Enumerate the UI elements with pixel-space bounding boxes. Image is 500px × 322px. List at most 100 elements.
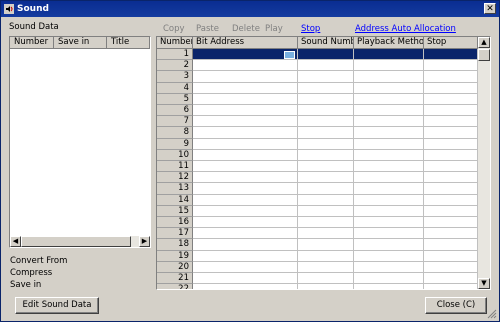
row-number[interactable]: 3: [157, 71, 193, 83]
grid-cell[interactable]: [298, 172, 354, 184]
table-row[interactable]: 5: [157, 93, 478, 105]
grid-cell[interactable]: [354, 284, 424, 289]
play-button[interactable]: Play: [265, 23, 283, 35]
row-number[interactable]: 16: [157, 217, 193, 229]
row-number[interactable]: 11: [157, 161, 193, 173]
row-number[interactable]: 10: [157, 149, 193, 161]
grid-cell[interactable]: [424, 127, 478, 139]
grid-cell[interactable]: [298, 194, 354, 206]
scroll-down-icon[interactable]: ▼: [478, 278, 490, 289]
grid-cell[interactable]: [298, 217, 354, 229]
grid-header-sound-number[interactable]: Sound Number: [298, 37, 354, 49]
grid-cell[interactable]: [298, 239, 354, 251]
scroll-up-icon[interactable]: ▲: [478, 37, 490, 48]
row-number[interactable]: 4: [157, 82, 193, 94]
table-row[interactable]: 14: [157, 194, 478, 206]
grid-cell[interactable]: [193, 172, 298, 184]
grid-cell[interactable]: [193, 261, 298, 273]
table-row[interactable]: 15: [157, 205, 478, 217]
grid-cell[interactable]: [424, 149, 478, 161]
grid-cell[interactable]: [424, 183, 478, 195]
table-row[interactable]: 8: [157, 127, 478, 139]
grid-header-number[interactable]: Number: [157, 37, 193, 49]
grid-cell[interactable]: [193, 116, 298, 128]
grid-cell[interactable]: [354, 217, 424, 229]
grid-cell[interactable]: [193, 127, 298, 139]
row-number[interactable]: 19: [157, 250, 193, 262]
grid-cell[interactable]: [424, 49, 478, 61]
grid-cell[interactable]: [193, 93, 298, 105]
grid-cell[interactable]: [193, 49, 298, 61]
table-row[interactable]: 18: [157, 239, 478, 251]
grid-cell[interactable]: [354, 172, 424, 184]
delete-button[interactable]: Delete: [232, 23, 260, 35]
grid-cell[interactable]: [298, 284, 354, 289]
grid-cell[interactable]: [354, 228, 424, 240]
row-number[interactable]: 14: [157, 194, 193, 206]
resize-grip-icon[interactable]: [487, 309, 497, 319]
row-number[interactable]: 12: [157, 172, 193, 184]
grid-cell[interactable]: [193, 183, 298, 195]
grid-cell[interactable]: [354, 205, 424, 217]
table-row[interactable]: 7: [157, 116, 478, 128]
grid-cell[interactable]: [354, 161, 424, 173]
grid-cell[interactable]: [354, 239, 424, 251]
grid-cell[interactable]: [354, 82, 424, 94]
grid-cell[interactable]: [424, 284, 478, 289]
grid-cell[interactable]: [354, 60, 424, 72]
table-row[interactable]: 22: [157, 284, 478, 289]
grid-cell[interactable]: [424, 105, 478, 117]
grid-cell[interactable]: [298, 228, 354, 240]
scroll-thumb[interactable]: [21, 236, 131, 247]
table-row[interactable]: 3: [157, 71, 478, 83]
grid-cell[interactable]: [424, 71, 478, 83]
list-header-number[interactable]: Number: [10, 37, 54, 49]
row-number[interactable]: 22: [157, 284, 193, 289]
sound-data-list[interactable]: Number Save in Title ◀ ▶: [9, 36, 151, 248]
table-row[interactable]: 6: [157, 105, 478, 117]
address-auto-allocation-link[interactable]: Address Auto Allocation: [355, 23, 456, 35]
grid-header-stop[interactable]: Stop: [424, 37, 478, 49]
row-number[interactable]: 2: [157, 60, 193, 72]
table-row[interactable]: 20: [157, 261, 478, 273]
grid-cell[interactable]: [193, 138, 298, 150]
grid-cell[interactable]: [424, 93, 478, 105]
grid-header-playback-method[interactable]: Playback Method: [354, 37, 424, 49]
grid-cell[interactable]: [193, 205, 298, 217]
grid-cell[interactable]: [354, 261, 424, 273]
grid-cell[interactable]: [424, 228, 478, 240]
grid-cell[interactable]: [424, 60, 478, 72]
grid-cell[interactable]: [354, 71, 424, 83]
list-header-save-in[interactable]: Save in: [54, 37, 107, 49]
grid-cell[interactable]: [298, 49, 354, 61]
grid-cell[interactable]: [424, 194, 478, 206]
row-number[interactable]: 7: [157, 116, 193, 128]
grid-header-bit-address[interactable]: Bit Address: [193, 37, 298, 49]
grid-cell[interactable]: [298, 205, 354, 217]
grid-cell[interactable]: [354, 49, 424, 61]
list-header-title[interactable]: Title: [107, 37, 150, 49]
grid-cell[interactable]: [354, 105, 424, 117]
grid-cell[interactable]: [354, 116, 424, 128]
table-row[interactable]: 21: [157, 273, 478, 285]
grid-cell[interactable]: [193, 71, 298, 83]
grid-cell[interactable]: [298, 105, 354, 117]
close-window-button[interactable]: ✕: [484, 3, 496, 14]
grid-cell[interactable]: [193, 273, 298, 285]
edit-sound-data-button[interactable]: Edit Sound Data: [15, 297, 99, 314]
grid-cell[interactable]: [424, 161, 478, 173]
paste-button[interactable]: Paste: [196, 23, 219, 35]
grid-scroll-thumb[interactable]: [478, 49, 490, 61]
row-number[interactable]: 15: [157, 205, 193, 217]
address-picker-icon[interactable]: [284, 51, 295, 59]
grid-cell[interactable]: [424, 116, 478, 128]
grid-cell[interactable]: [424, 138, 478, 150]
grid-cell[interactable]: [354, 194, 424, 206]
table-row[interactable]: 17: [157, 228, 478, 240]
grid-cell[interactable]: [424, 172, 478, 184]
grid-cell[interactable]: [193, 105, 298, 117]
grid-cell[interactable]: [424, 273, 478, 285]
grid-cell[interactable]: [193, 228, 298, 240]
table-row[interactable]: 13: [157, 183, 478, 195]
close-button[interactable]: Close (C): [425, 297, 487, 314]
